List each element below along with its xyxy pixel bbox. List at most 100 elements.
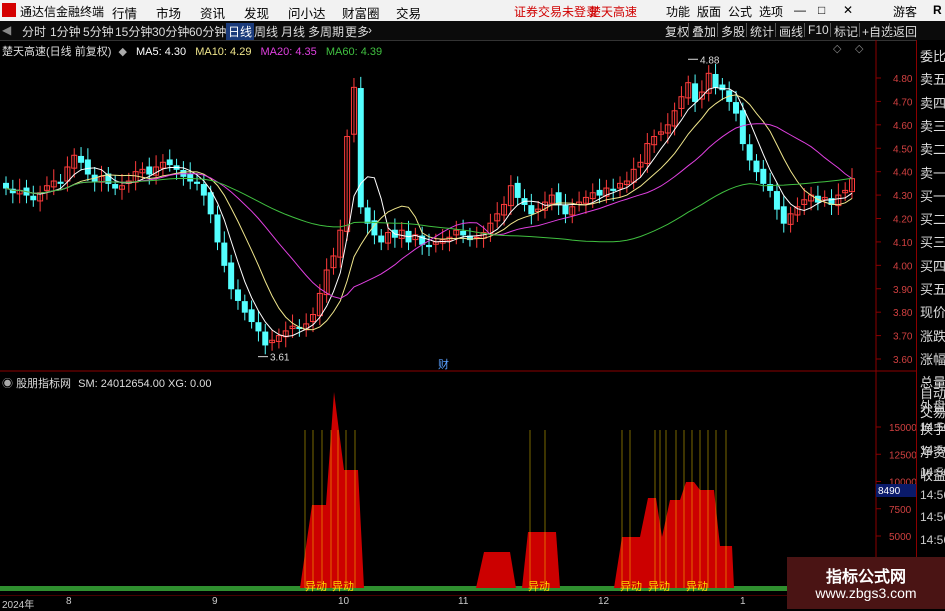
indicator-axis-label: 12500 — [889, 450, 917, 461]
side-panel-item: 买四 — [920, 258, 945, 274]
side-panel-item: 涨跌 — [920, 328, 945, 344]
price-label: 4.20 — [893, 215, 913, 226]
candle-body — [30, 195, 37, 201]
price-label: 4.10 — [893, 238, 913, 249]
price-label: 3.90 — [893, 285, 913, 296]
cursor-value: 8490 — [878, 486, 901, 497]
signal-label: 异动 — [305, 580, 327, 593]
signal-label: 异动 — [648, 580, 670, 593]
signal-label: 异动 — [332, 580, 354, 593]
ma10-line — [5, 94, 853, 331]
indicator-block — [300, 392, 364, 588]
side-panel-item: 买五 — [920, 282, 945, 297]
signal-label: 异动 — [686, 580, 708, 593]
ma5-line — [5, 86, 853, 338]
price-label: 4.40 — [893, 168, 913, 179]
side-panel-item: 卖一 — [920, 165, 945, 181]
candle-body — [78, 155, 85, 163]
watermark-url: www.zbgs3.com — [815, 585, 917, 601]
date-tick: 10 — [338, 596, 350, 607]
side-panel-item: 卖三 — [920, 118, 945, 134]
candle-body — [596, 189, 603, 196]
side-panel-item: 14:56 — [920, 420, 945, 434]
side-panel-item: 卖四 — [920, 95, 945, 111]
date-tick: 8 — [66, 596, 72, 607]
candle-body — [562, 205, 569, 215]
candle-body — [514, 182, 521, 198]
candle-body — [378, 235, 385, 243]
indicator-block — [522, 532, 560, 588]
date-tick: 12 — [598, 596, 610, 607]
candle-body — [187, 173, 194, 182]
side-panel-item[interactable]: 自动 — [920, 383, 945, 402]
candle-body — [255, 322, 262, 332]
watermark-title: 指标公式网 — [825, 569, 906, 586]
signal-label: 异动 — [528, 580, 550, 593]
candle-body — [200, 184, 207, 196]
ma20-line — [5, 123, 853, 300]
indicator-axis-label: 5000 — [889, 532, 912, 543]
candle-body — [166, 159, 173, 166]
date-tick: 1 — [740, 596, 746, 607]
candle-body — [214, 214, 221, 243]
side-panel-item: 卖五 — [920, 72, 945, 88]
quote-side-panel: 委比 卖五 卖四 卖三 卖二 卖一 买一 买二 买三 买四 买五 现价 涨跌 涨幅 总量 外盘 换手 净资 收益 自动… — [916, 40, 945, 592]
side-panel-item: 卖二 — [920, 142, 945, 158]
high-price-label: 4.88 — [700, 55, 720, 66]
side-panel-item: 现价 — [920, 305, 945, 321]
candle-body — [364, 207, 371, 224]
date-tick: 9 — [212, 596, 218, 607]
candle-body — [84, 159, 91, 175]
candle-body — [194, 181, 201, 184]
candle-body — [746, 144, 753, 161]
candle-body — [610, 188, 617, 191]
price-label: 4.50 — [893, 144, 913, 155]
price-label: 3.60 — [893, 355, 913, 366]
indicator-block — [476, 552, 516, 588]
price-label: 4.60 — [893, 121, 913, 132]
candle-body — [733, 102, 740, 114]
price-label: 3.80 — [893, 308, 913, 319]
price-label: 3.70 — [893, 332, 913, 343]
low-price-label: 3.61 — [270, 353, 290, 364]
candle-body — [57, 181, 64, 184]
side-panel-item: 买三 — [920, 235, 945, 251]
candle-body — [692, 83, 699, 102]
side-panel-item: 14:56 — [920, 442, 945, 457]
candle-body — [780, 206, 787, 224]
signal-label: 异动 — [620, 580, 642, 593]
candle-body — [248, 309, 255, 323]
candle-body — [753, 160, 760, 173]
price-label: 4.00 — [893, 261, 913, 272]
price-label: 4.80 — [893, 74, 913, 85]
candle-body — [112, 184, 119, 189]
candle-body — [241, 301, 248, 313]
date-tick: 11 — [458, 596, 469, 607]
candle-body — [228, 262, 235, 290]
candle-body — [262, 331, 269, 346]
side-panel-item: 14:56 — [920, 510, 945, 524]
side-panel-item[interactable]: 交易 — [920, 402, 945, 421]
date-axis: 2024年 8 9 10 11 12 1 — [0, 596, 876, 611]
stock-chart[interactable]: 4.80 4.70 4.60 4.50 4.40 4.30 4.20 4.10 4.00 3.90… — [0, 0, 945, 609]
ma60-line — [5, 177, 853, 243]
baseline-bar — [0, 586, 876, 591]
indicator-axis-label: 15000 — [889, 423, 917, 434]
candle-body — [460, 230, 467, 236]
candle-body — [712, 73, 719, 88]
candle-body — [773, 191, 780, 210]
candle-body — [221, 242, 228, 266]
side-panel-item: 14:56 — [920, 465, 945, 479]
candle-body — [146, 166, 153, 175]
side-panel-item: 委比 — [920, 49, 945, 64]
watermark: 指标公式网 www.zbgs3.com — [787, 557, 945, 609]
price-label: 4.70 — [893, 97, 913, 108]
candle-body — [207, 192, 214, 215]
side-panel-item: 买二 — [920, 212, 945, 228]
price-label: 4.30 — [893, 191, 913, 202]
candle-body — [426, 244, 432, 248]
side-panel-item: 14:56 — [920, 532, 945, 547]
side-panel-item: 涨幅 — [920, 351, 945, 367]
side-panel-item: 14:56 — [920, 487, 945, 502]
candle-body — [739, 110, 746, 145]
